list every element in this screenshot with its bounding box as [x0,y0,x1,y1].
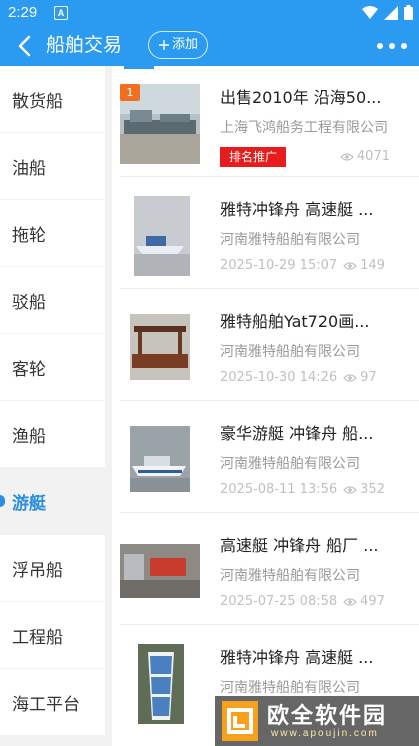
list-item[interactable]: 豪华游艇 冲锋舟 船... 河南雅特船舶有限公司 2025-08-11 13:5… [112,402,419,513]
sidebar-item-label: 油船 [12,158,46,179]
list-item[interactable]: 雅特船舶Yat720画... 河南雅特船舶有限公司 2025-10-30 14:… [112,290,419,401]
eye-icon [340,152,354,161]
listing-date: 2025-08-11 13:56 [220,482,338,497]
speedboat-photo-thumbnail [120,196,200,276]
listing-company: 河南雅特船舶有限公司 [220,568,360,584]
listing-title: 雅特冲锋舟 高速艇 ... [220,200,374,219]
divider [120,400,419,401]
sidebar-item-label: 工程船 [12,627,63,648]
status-time: 2:29 [8,4,38,21]
category-sidebar: 散货船 油船 拖轮 驳船 客轮 渔船 游艇 浮吊船 工程船 海工平台 [0,66,105,746]
sidebar-item-fishing-boat[interactable]: 渔船 [0,401,105,467]
pavilion-boat-photo-thumbnail [120,308,200,388]
sidebar-item-floating-crane[interactable]: 浮吊船 [0,535,105,601]
signal-icon [384,5,398,20]
sidebar-item-tugboat[interactable]: 拖轮 [0,200,105,266]
view-count: 497 [343,594,385,609]
listing-meta: 2025-10-29 15:07 149 [220,258,385,273]
listing-company: 河南雅特船舶有限公司 [220,344,360,360]
sidebar-item-barge[interactable]: 驳船 [0,267,105,333]
divider [120,176,419,177]
view-count: 149 [343,258,385,273]
view-count-value: 352 [360,482,385,497]
plus-icon [159,40,169,50]
listing-meta: 2025-07-25 08:58 497 [220,594,385,609]
divider [120,512,419,513]
sidebar-item-label: 散货船 [12,91,63,112]
listing-company: 上海飞鸿船务工程有限公司 [220,120,388,136]
view-count-value: 497 [360,594,385,609]
eye-icon [343,597,358,606]
sidebar-item-yacht[interactable]: 游艇 [0,468,105,534]
listing-meta: 2025-10-30 14:26 97 [220,370,377,385]
listing-title: 出售2010年 沿海50... [220,88,382,107]
listing-date: 2025-10-29 15:07 [220,258,338,273]
active-indicator [0,495,5,507]
view-count: 4071 [340,149,390,164]
listing-date: 2025-10-30 14:26 [220,370,338,385]
listing-company: 河南雅特船舶有限公司 [220,232,360,248]
listing-panel: 1 出售2010年 沿海50... 上海飞鸿船务工程有限公司 排名推广 4071… [112,66,419,746]
wifi-icon [362,5,378,19]
rank-badge: 1 [120,84,140,101]
sidebar-item-engineering-ship[interactable]: 工程船 [0,602,105,668]
app-header: 船舶交易 添加 [0,26,419,66]
sidebar-item-label: 海工平台 [12,694,80,715]
sidebar-item-label: 拖轮 [12,225,46,246]
rowboat-photo-thumbnail [120,644,200,724]
watermark-overlay: 欧全软件园 www.apoujin.com [215,696,419,746]
view-count: 97 [343,370,377,385]
watermark-name: 欧全软件园 [267,704,388,729]
add-button[interactable]: 添加 [148,31,209,59]
divider [120,624,419,625]
listing-title: 豪华游艇 冲锋舟 船... [220,424,374,443]
eye-icon [343,261,358,270]
sidebar-item-label: 浮吊船 [12,560,63,581]
add-button-label: 添加 [172,37,199,52]
divider [120,288,419,289]
view-count-value: 4071 [356,149,390,164]
list-item[interactable]: 高速艇 冲锋舟 船厂 ... 河南雅特船舶有限公司 2025-07-25 08:… [112,514,419,625]
shipyard-photo-thumbnail [120,532,200,612]
promotion-badge: 排名推广 [220,147,287,167]
back-arrow-icon[interactable] [12,32,40,60]
sidebar-item-label: 驳船 [12,292,46,313]
listing-company: 河南雅特船舶有限公司 [220,456,360,472]
view-count-value: 149 [360,258,385,273]
battery-icon [404,5,413,20]
page-title: 船舶交易 [46,34,123,56]
eye-icon [343,373,358,382]
view-count: 352 [343,482,385,497]
sidebar-item-label: 游艇 [12,493,46,514]
status-bar: 2:29 A [0,0,419,26]
list-item[interactable]: 1 出售2010年 沿海50... 上海飞鸿船务工程有限公司 排名推广 4071 [112,66,419,177]
sidebar-item-bulk-carrier[interactable]: 散货船 [0,66,105,132]
listing-title: 雅特冲锋舟 高速艇 ... [220,648,374,667]
system-icons [362,5,413,20]
eye-icon [343,485,358,494]
list-item[interactable]: 雅特冲锋舟 高速艇 ... 河南雅特船舶有限公司 2025-10-29 15:0… [112,178,419,289]
notification-icon: A [54,6,68,20]
listing-meta: 2025-08-11 13:56 352 [220,482,385,497]
watermark-logo-icon [222,701,258,741]
sidebar-item-passenger-ship[interactable]: 客轮 [0,334,105,400]
listing-title: 高速艇 冲锋舟 船厂 ... [220,536,379,555]
yacht-photo-thumbnail [120,420,200,500]
sidebar-item-offshore-platform[interactable]: 海工平台 [0,669,105,735]
watermark-url: www.apoujin.com [271,728,379,739]
sidebar-item-label: 客轮 [12,359,46,380]
listing-company: 河南雅特船舶有限公司 [220,680,360,696]
view-count-value: 97 [360,370,377,385]
more-menu-icon[interactable] [377,36,407,56]
sidebar-item-tanker[interactable]: 油船 [0,133,105,199]
listing-date: 2025-07-25 08:58 [220,594,338,609]
listing-title: 雅特船舶Yat720画... [220,312,370,331]
sidebar-item-label: 渔船 [12,426,46,447]
